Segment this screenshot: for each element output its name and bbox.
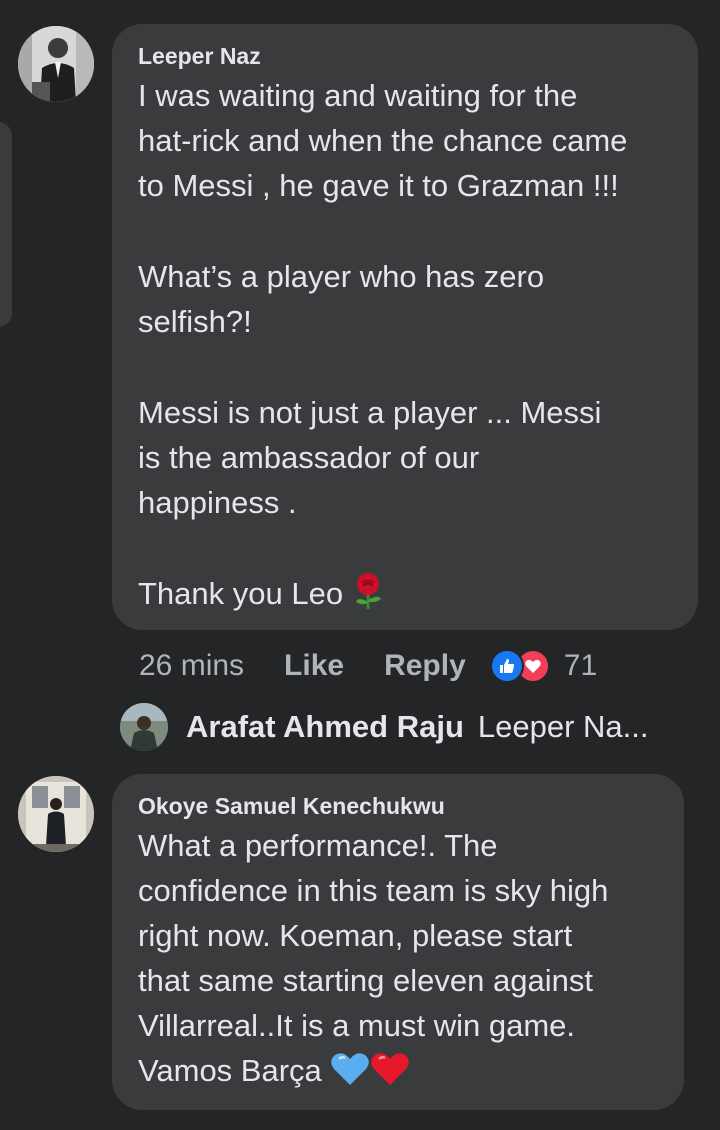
light-blue-heart-emoji — [330, 1051, 370, 1099]
comment-bubble: Okoye Samuel Kenechukwu What a performan… — [112, 774, 684, 1110]
comment-line: What’s a player who has zero — [138, 259, 545, 294]
avatar — [120, 703, 168, 751]
comment-line: I was waiting and waiting for the — [138, 78, 578, 113]
comment-line: is the ambassador of our — [138, 440, 480, 475]
comment-line: Villarreal..It is a must win game. — [138, 1008, 576, 1043]
comment-line: Vamos Barça — [138, 1048, 658, 1099]
avatar[interactable] — [18, 26, 94, 102]
comment-text: I was waiting and waiting for the hat-ri… — [138, 73, 672, 622]
reply-preview[interactable]: Arafat Ahmed Raju Leeper Na... — [120, 702, 710, 752]
comment-bubble: Leeper Naz I was waiting and waiting for… — [112, 24, 698, 630]
previous-content-edge — [0, 122, 12, 327]
reaction-summary[interactable]: 71 — [489, 649, 598, 683]
comment-line: confidence in this team is sky high — [138, 873, 609, 908]
comment-time: 26 mins — [139, 649, 245, 682]
reply-snippet: Leeper Na... — [477, 709, 649, 744]
like-button[interactable]: Like — [284, 649, 344, 683]
comment-line-text: Vamos Barça — [138, 1053, 322, 1088]
reply-author: Arafat Ahmed Raju — [186, 709, 464, 744]
comment-line: Thank you Leo — [138, 571, 672, 622]
comment-actions: 26 mins Like Reply 71 — [139, 644, 659, 688]
comment-line: that same starting eleven against — [138, 963, 593, 998]
reply-button[interactable]: Reply — [384, 649, 466, 683]
rose-emoji — [352, 572, 384, 622]
comments-screen: Leeper Naz I was waiting and waiting for… — [0, 0, 720, 1130]
comment-line: hat-rick and when the chance came — [138, 123, 628, 158]
comment-line: selfish?! — [138, 304, 252, 339]
comment-line-text: Thank you Leo — [138, 576, 344, 611]
comment-author[interactable]: Leeper Naz — [138, 42, 672, 70]
comment-author[interactable]: Okoye Samuel Kenechukwu — [138, 792, 658, 820]
reaction-count: 71 — [563, 649, 598, 682]
comment-line: happiness . — [138, 485, 297, 520]
comment-line: Messi is not just a player ... Messi — [138, 395, 602, 430]
avatar[interactable] — [18, 776, 94, 852]
comment-line: to Messi , he gave it to Grazman !!! — [138, 168, 619, 203]
like-icon — [489, 649, 524, 683]
comment-text: What a performance!. The confidence in t… — [138, 823, 658, 1099]
comment-line: right now. Koeman, please start — [138, 918, 573, 953]
red-heart-emoji — [370, 1051, 410, 1099]
comment-line: What a performance!. The — [138, 828, 498, 863]
